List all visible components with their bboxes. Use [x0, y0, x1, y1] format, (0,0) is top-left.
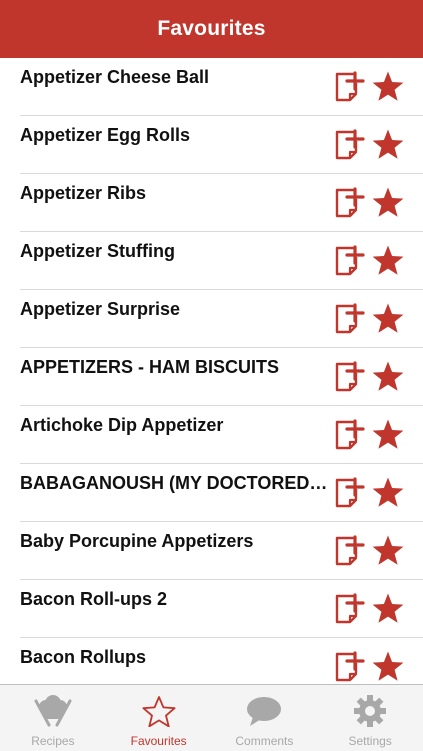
tab-label: Favourites: [130, 734, 187, 748]
tab-recipes[interactable]: Recipes: [0, 685, 106, 751]
list-item[interactable]: Appetizer Surprise: [20, 290, 423, 348]
row-actions: [333, 70, 405, 104]
tab-settings[interactable]: Settings: [317, 685, 423, 751]
list-item[interactable]: Appetizer Cheese Ball: [20, 58, 423, 116]
row-actions: [333, 360, 405, 394]
speech-bubble-icon: [244, 695, 284, 732]
add-note-icon[interactable]: [333, 70, 367, 104]
row-actions: [333, 244, 405, 278]
page-title: Favourites: [157, 17, 266, 40]
add-note-icon[interactable]: [333, 476, 367, 510]
add-note-icon[interactable]: [333, 534, 367, 568]
star-icon[interactable]: [371, 650, 405, 684]
tab-label: Comments: [235, 734, 294, 748]
recipe-title[interactable]: Appetizer Ribs: [20, 183, 332, 204]
list-item[interactable]: BABAGANOUSH (MY DOCTORED VERSION): [20, 464, 423, 522]
add-note-icon[interactable]: [333, 418, 367, 452]
recipe-title[interactable]: Artichoke Dip Appetizer: [20, 415, 332, 436]
star-icon[interactable]: [371, 128, 405, 162]
list-item[interactable]: Appetizer Stuffing: [20, 232, 423, 290]
row-actions: [333, 418, 405, 452]
navigation-bar: Favourites: [0, 0, 423, 58]
recipe-title[interactable]: Appetizer Surprise: [20, 299, 332, 320]
tab-favourites[interactable]: Favourites: [106, 685, 212, 751]
add-note-icon[interactable]: [333, 128, 367, 162]
add-note-icon[interactable]: [333, 650, 367, 684]
star-outline-icon: [139, 695, 179, 732]
list-item[interactable]: Appetizer Egg Rolls: [20, 116, 423, 174]
recipe-title[interactable]: Bacon Rollups: [20, 647, 332, 668]
list-item[interactable]: APPETIZERS - HAM BISCUITS: [20, 348, 423, 406]
tab-label: Settings: [348, 734, 392, 748]
add-note-icon[interactable]: [333, 302, 367, 336]
star-icon[interactable]: [371, 592, 405, 626]
add-note-icon[interactable]: [333, 186, 367, 220]
star-icon[interactable]: [371, 360, 405, 394]
row-actions: [333, 650, 405, 684]
add-note-icon[interactable]: [333, 360, 367, 394]
row-actions: [333, 302, 405, 336]
tab-label: Recipes: [31, 734, 75, 748]
list-item[interactable]: Baby Porcupine Appetizers: [20, 522, 423, 580]
favourites-list[interactable]: Appetizer Cheese Ball Appetizer Egg Roll…: [0, 58, 423, 684]
star-icon[interactable]: [371, 418, 405, 452]
star-icon[interactable]: [371, 534, 405, 568]
star-icon[interactable]: [371, 244, 405, 278]
add-note-icon[interactable]: [333, 244, 367, 278]
chef-hat-utensils-icon: [29, 695, 77, 732]
recipe-title[interactable]: APPETIZERS - HAM BISCUITS: [20, 357, 332, 378]
list-item[interactable]: Appetizer Ribs: [20, 174, 423, 232]
gear-icon: [350, 695, 390, 732]
tab-comments[interactable]: Comments: [212, 685, 318, 751]
star-icon[interactable]: [371, 186, 405, 220]
star-icon[interactable]: [371, 476, 405, 510]
recipe-title[interactable]: Bacon Roll-ups 2: [20, 589, 332, 610]
row-actions: [333, 186, 405, 220]
add-note-icon[interactable]: [333, 592, 367, 626]
recipe-title[interactable]: BABAGANOUSH (MY DOCTORED VERSION): [20, 473, 332, 494]
row-actions: [333, 476, 405, 510]
recipe-title[interactable]: Baby Porcupine Appetizers: [20, 531, 332, 552]
recipe-title[interactable]: Appetizer Egg Rolls: [20, 125, 332, 146]
list-item[interactable]: Bacon Roll-ups 2: [20, 580, 423, 638]
tab-bar: Recipes Favourites Comments Settings: [0, 684, 423, 751]
row-actions: [333, 534, 405, 568]
recipe-title[interactable]: Appetizer Stuffing: [20, 241, 332, 262]
row-actions: [333, 128, 405, 162]
list-item[interactable]: Artichoke Dip Appetizer: [20, 406, 423, 464]
list-item[interactable]: Bacon Rollups: [20, 638, 423, 684]
recipe-title[interactable]: Appetizer Cheese Ball: [20, 67, 332, 88]
star-icon[interactable]: [371, 302, 405, 336]
star-icon[interactable]: [371, 70, 405, 104]
row-actions: [333, 592, 405, 626]
